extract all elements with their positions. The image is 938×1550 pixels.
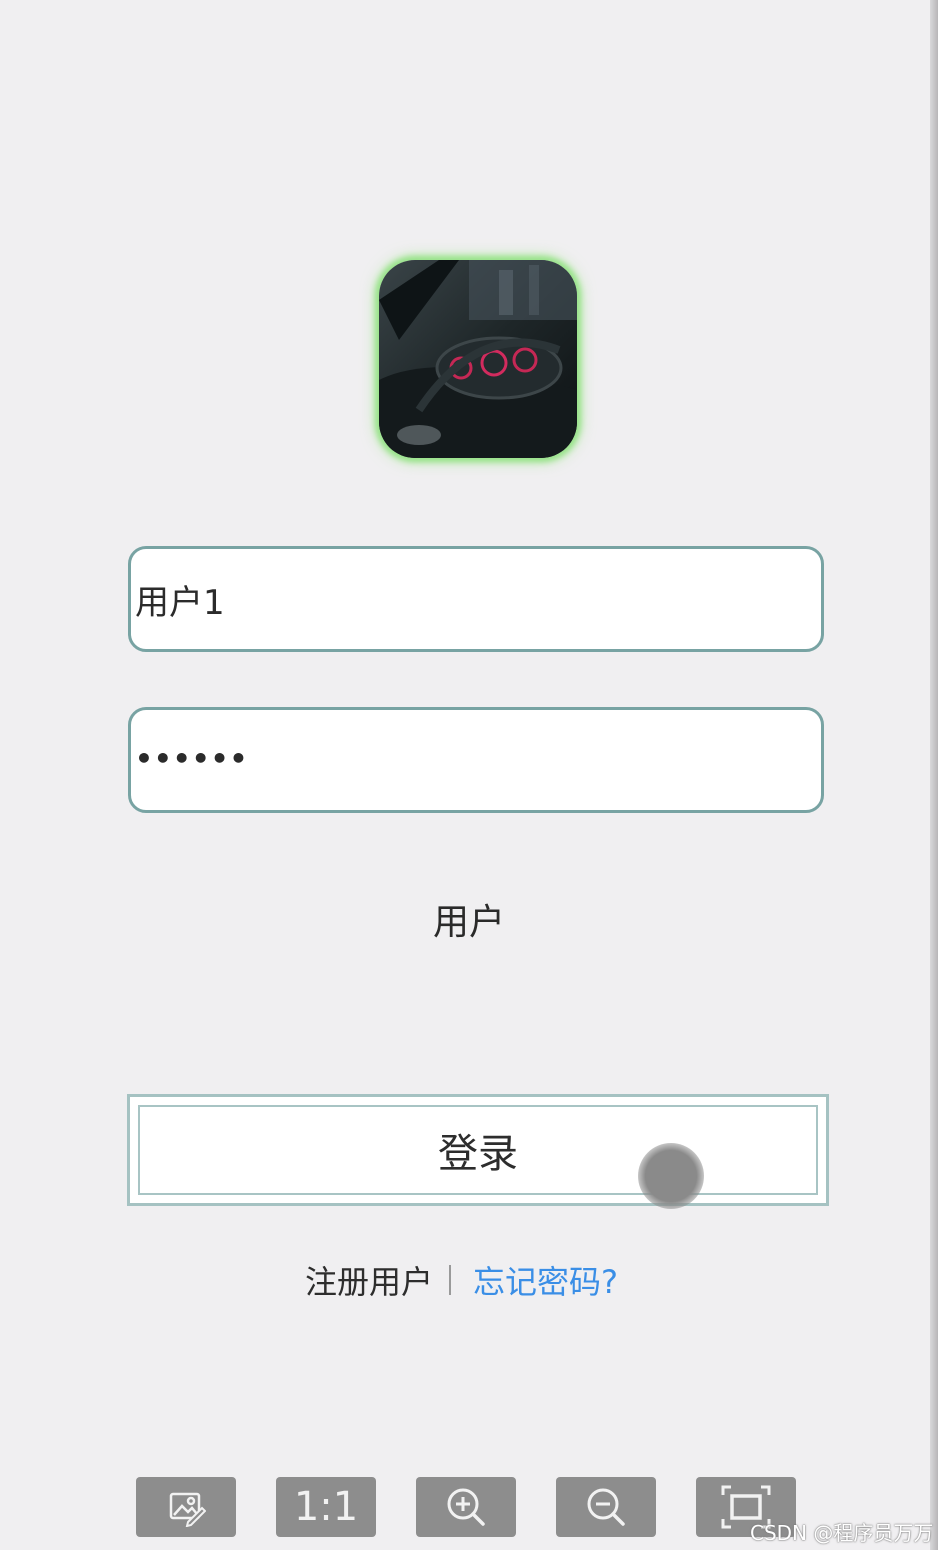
actual-size-label: 1:1 bbox=[293, 1484, 359, 1530]
car-dashboard-image bbox=[379, 260, 577, 458]
login-button[interactable]: 登录 bbox=[127, 1094, 829, 1206]
register-link[interactable]: 注册用户 bbox=[305, 1257, 433, 1303]
username-value: 用户1 bbox=[135, 582, 225, 623]
actual-size-button[interactable]: 1:1 bbox=[276, 1477, 376, 1537]
password-value: •••••• bbox=[135, 741, 249, 775]
window-edge bbox=[930, 0, 938, 1550]
image-edit-icon bbox=[169, 1492, 206, 1527]
watermark: CSDN @程序员万万 bbox=[750, 1521, 934, 1545]
role-label[interactable]: 用户 bbox=[0, 893, 938, 945]
forgot-password-link[interactable]: 忘记密码? bbox=[473, 1257, 618, 1303]
link-divider bbox=[449, 1265, 452, 1295]
zoom-in-icon bbox=[447, 1488, 485, 1526]
username-input[interactable]: 用户1 bbox=[128, 546, 824, 652]
touch-cursor bbox=[638, 1143, 704, 1209]
zoom-out-icon bbox=[587, 1488, 625, 1526]
image-edit-button[interactable] bbox=[136, 1477, 236, 1537]
app-avatar bbox=[379, 260, 577, 458]
zoom-in-button[interactable] bbox=[416, 1477, 516, 1537]
zoom-out-button[interactable] bbox=[556, 1477, 656, 1537]
account-links: 注册用户 忘记密码? bbox=[305, 1258, 618, 1302]
password-input[interactable]: •••••• bbox=[128, 707, 824, 813]
login-page: 用户1 •••••• 用户 登录 注册用户 忘记密码? 1:1 CSDN @程序… bbox=[0, 0, 938, 1550]
